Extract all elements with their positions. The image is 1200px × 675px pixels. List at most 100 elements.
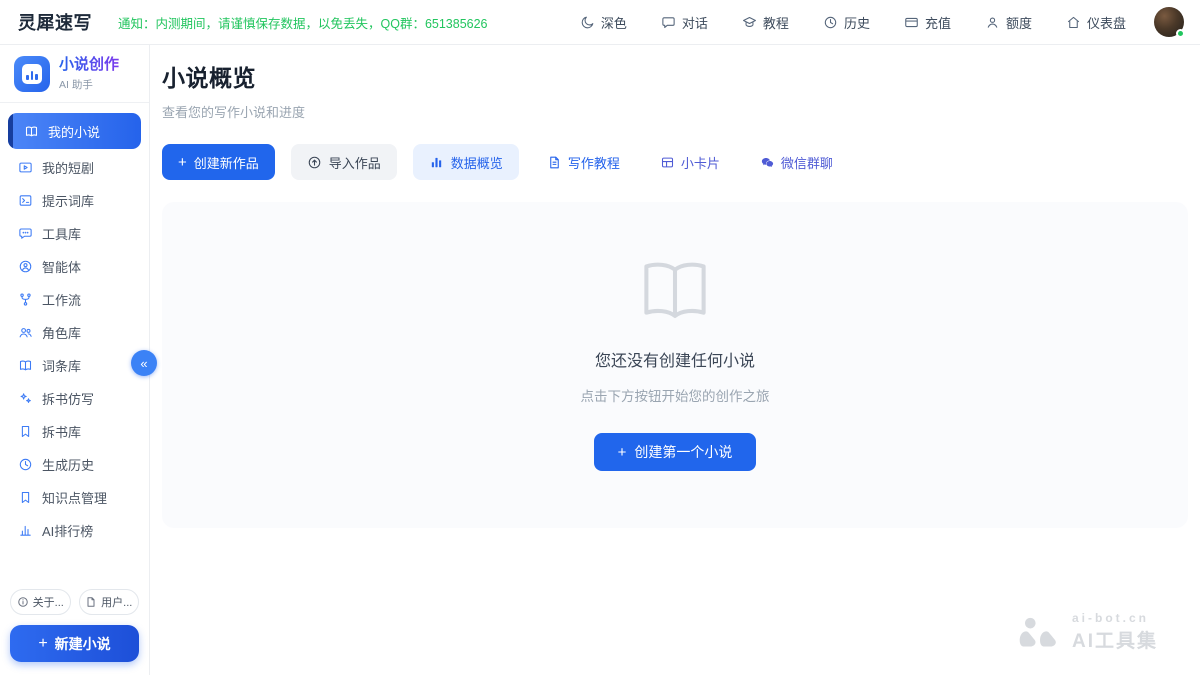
sidebar-item-label: 拆书仿写	[42, 389, 94, 408]
app-subtitle: AI 助手	[59, 77, 119, 92]
create-first-novel-label: 创建第一个小说	[634, 442, 732, 462]
document-icon	[85, 596, 97, 608]
create-first-novel-button[interactable]: + 创建第一个小说	[594, 433, 757, 471]
brand-title: 灵犀速写	[18, 9, 92, 35]
book-open-icon	[24, 124, 39, 139]
nav-label: 额度	[1006, 13, 1032, 32]
create-work-label: 创建新作品	[194, 153, 259, 172]
sidebar-menu: 我的小说 我的短剧 提示词库 工具库 智能体 工作流	[0, 109, 149, 579]
workflow-icon	[18, 292, 33, 307]
top-nav: 深色 对话 教程 历史 充值 额度 仪表盘	[580, 13, 1126, 32]
nav-label: 对话	[682, 13, 708, 32]
sidebar-item-label: 智能体	[42, 257, 81, 276]
nav-dashboard[interactable]: 仪表盘	[1066, 13, 1126, 32]
nav-dark-mode[interactable]: 深色	[580, 13, 627, 32]
divider	[0, 102, 149, 103]
toolbar: + 创建新作品 导入作品 数据概览 写作教程 小卡片 微信群聊	[162, 144, 1188, 180]
nav-label: 仪表盘	[1087, 13, 1126, 32]
data-overview-button[interactable]: 数据概览	[413, 144, 519, 180]
watermark: ai-bot.cn AI工具集	[1018, 611, 1158, 653]
card-grid-icon	[660, 155, 675, 170]
clock-icon	[18, 457, 33, 472]
watermark-domain: ai-bot.cn	[1072, 611, 1158, 625]
writing-tutorial-link[interactable]: 写作教程	[547, 153, 620, 172]
ai-bot-logo-icon	[1018, 617, 1062, 647]
tools-chat-icon	[18, 226, 33, 241]
sidebar: 小说创作 AI 助手 我的小说 我的短剧 提示词库 工具库	[0, 45, 150, 675]
sidebar-item-my-shorts[interactable]: 我的短剧	[0, 151, 149, 184]
nav-history[interactable]: 历史	[823, 13, 870, 32]
nav-tutorial[interactable]: 教程	[742, 13, 789, 32]
dashboard-home-icon	[1066, 15, 1081, 30]
sidebar-item-prompt-library[interactable]: 提示词库	[0, 184, 149, 217]
sidebar-item-label: 拆书库	[42, 422, 81, 441]
sidebar-item-label: 我的小说	[48, 122, 100, 141]
watermark-name: AI工具集	[1072, 626, 1158, 653]
plus-icon: +	[38, 635, 47, 653]
moon-icon	[580, 15, 595, 30]
new-novel-label: 新建小说	[55, 634, 111, 654]
document-icon	[547, 155, 562, 170]
nav-label: 历史	[844, 13, 870, 32]
sidebar-item-label: 工作流	[42, 290, 81, 309]
notice-text: 通知：内测期间，请谨慎保存数据，以免丢失，QQ群：651385626	[118, 13, 488, 32]
new-novel-button[interactable]: + 新建小说	[10, 625, 139, 662]
sidebar-item-glossary[interactable]: 词条库	[0, 349, 149, 382]
about-button[interactable]: 关于...	[10, 589, 71, 615]
ranking-chart-icon	[18, 523, 33, 538]
nav-dialogue[interactable]: 对话	[661, 13, 708, 32]
sidebar-item-label: 工具库	[42, 224, 81, 243]
sidebar-item-tool-library[interactable]: 工具库	[0, 217, 149, 250]
sidebar-collapse-button[interactable]: «	[131, 350, 157, 376]
nav-recharge[interactable]: 充值	[904, 13, 951, 32]
user-doc-label: 用户...	[101, 594, 132, 610]
app-title: 小说创作	[59, 56, 119, 75]
bookmark-icon	[18, 490, 33, 505]
user-avatar[interactable]	[1154, 7, 1184, 37]
import-work-label: 导入作品	[329, 153, 381, 172]
sidebar-item-label: 我的短剧	[42, 158, 94, 177]
sparkles-icon	[18, 391, 33, 406]
page-subtitle: 查看您的写作小说和进度	[162, 102, 1188, 121]
prompt-icon	[18, 193, 33, 208]
page-title: 小说概览	[162, 59, 1188, 93]
sidebar-item-my-novels[interactable]: 我的小说	[8, 113, 141, 149]
glossary-book-icon	[18, 358, 33, 373]
nav-quota[interactable]: 额度	[985, 13, 1032, 32]
sidebar-item-book-library[interactable]: 拆书库	[0, 415, 149, 448]
sidebar-item-knowledge-management[interactable]: 知识点管理	[0, 481, 149, 514]
plus-icon: +	[618, 445, 627, 460]
online-status-dot	[1176, 29, 1185, 38]
empty-state-subtitle: 点击下方按钮开始您的创作之旅	[581, 385, 770, 405]
video-icon	[18, 160, 33, 175]
sidebar-item-agents[interactable]: 智能体	[0, 250, 149, 283]
sidebar-item-imitate-writing[interactable]: 拆书仿写	[0, 382, 149, 415]
sidebar-item-characters[interactable]: 角色库	[0, 316, 149, 349]
wechat-icon	[760, 155, 775, 170]
open-book-icon	[636, 259, 714, 321]
main-content: 小说概览 查看您的写作小说和进度 + 创建新作品 导入作品 数据概览 写作教程 …	[150, 45, 1200, 675]
app-logo-icon	[14, 56, 50, 92]
import-work-button[interactable]: 导入作品	[291, 144, 397, 180]
sidebar-item-label: 角色库	[42, 323, 81, 342]
bookmark-icon	[18, 424, 33, 439]
create-work-button[interactable]: + 创建新作品	[162, 144, 275, 180]
sidebar-item-workflow[interactable]: 工作流	[0, 283, 149, 316]
tutorial-icon	[742, 15, 757, 30]
sidebar-item-label: 词条库	[42, 356, 81, 375]
sidebar-item-ai-ranking[interactable]: AI排行榜	[0, 514, 149, 547]
sidebar-item-generation-history[interactable]: 生成历史	[0, 448, 149, 481]
sidebar-item-label: 提示词库	[42, 191, 94, 210]
quota-user-icon	[985, 15, 1000, 30]
wechat-group-label: 微信群聊	[781, 153, 833, 172]
small-card-label: 小卡片	[681, 153, 720, 172]
history-icon	[823, 15, 838, 30]
novels-empty-state-card: 您还没有创建任何小说 点击下方按钮开始您的创作之旅 + 创建第一个小说	[162, 202, 1188, 528]
nav-label: 深色	[601, 13, 627, 32]
user-doc-button[interactable]: 用户...	[79, 589, 140, 615]
nav-label: 充值	[925, 13, 951, 32]
small-card-link[interactable]: 小卡片	[660, 153, 720, 172]
characters-icon	[18, 325, 33, 340]
wechat-group-link[interactable]: 微信群聊	[760, 153, 833, 172]
info-icon	[17, 596, 29, 608]
